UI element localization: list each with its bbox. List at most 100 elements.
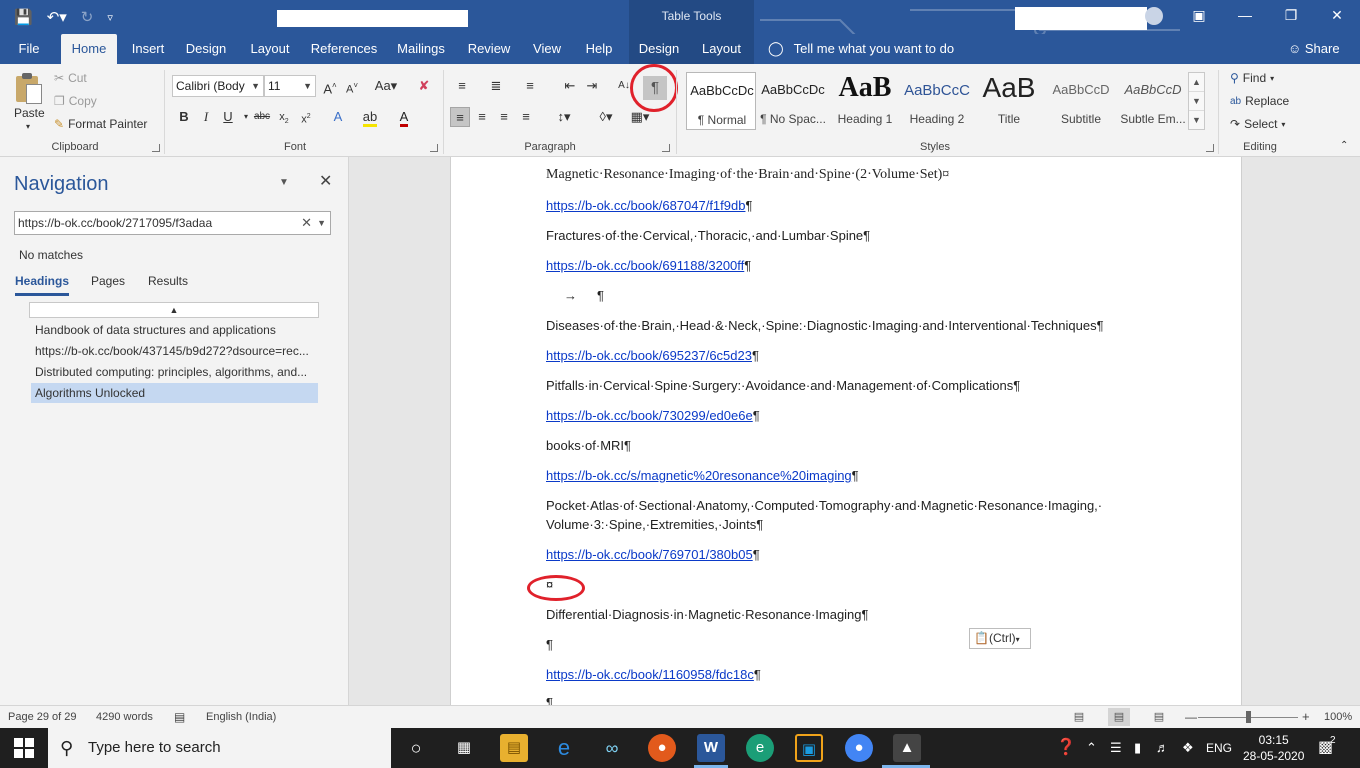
align-center-icon[interactable]: ≡	[472, 107, 492, 127]
help-icon[interactable]: ❓	[1056, 728, 1076, 768]
styles-gallery-scroll[interactable]: ▲ ▼ ▼	[1188, 72, 1205, 130]
chevron-up-icon[interactable]: ▲	[1189, 73, 1204, 92]
document-link[interactable]: https://b-ok.cc/book/1160958/fdc18c¶	[546, 667, 761, 682]
clipboard-launcher-icon[interactable]	[152, 144, 160, 152]
align-left-icon[interactable]: ≡	[450, 107, 470, 127]
tab-insert[interactable]: Insert	[126, 34, 170, 64]
tab-mailings[interactable]: Mailings	[393, 34, 449, 64]
paste-options-button[interactable]: 📋(Ctrl)▾	[969, 628, 1031, 649]
file-explorer-icon[interactable]: ▤	[500, 734, 528, 762]
dropbox-icon[interactable]: ❖	[1182, 728, 1194, 768]
increase-indent-icon[interactable]: ⇥	[582, 76, 602, 96]
align-right-icon[interactable]: ≡	[494, 107, 514, 127]
replace-button[interactable]: ab Replace	[1230, 94, 1289, 108]
heading-item[interactable]: Distributed computing: principles, algor…	[31, 362, 318, 382]
paste-dropdown-icon[interactable]: ▾	[26, 122, 30, 131]
document-link[interactable]: https://b-ok.cc/book/769701/380b05¶	[546, 547, 760, 562]
document-link[interactable]: https://b-ok.cc/book/695237/6c5d23¶	[546, 348, 759, 363]
heading-item[interactable]: https://b-ok.cc/book/437145/b9d272?dsour…	[31, 341, 318, 361]
bullets-icon[interactable]: ≡	[452, 76, 472, 96]
app-icon[interactable]: ▣	[795, 734, 823, 762]
text-effects-icon[interactable]: A	[328, 107, 348, 127]
word-count[interactable]: 4290 words	[96, 706, 153, 728]
tab-results[interactable]: Results	[148, 274, 188, 288]
tab-review[interactable]: Review	[465, 34, 513, 64]
empty-paragraph[interactable]: ¶	[546, 637, 553, 652]
find-button[interactable]: ⚲ Find ▾	[1230, 71, 1274, 85]
collapse-ribbon-icon[interactable]: ⌃	[1340, 140, 1348, 151]
chrome-icon[interactable]: ●	[845, 734, 873, 762]
shrink-font-icon[interactable]: A˅	[342, 76, 362, 96]
redo-icon[interactable]: ↻	[81, 8, 94, 26]
format-painter-button[interactable]: ✎ Format Painter	[54, 117, 147, 131]
tab-table-design[interactable]: Design	[629, 34, 689, 64]
tab-view[interactable]: View	[528, 34, 566, 64]
firefox-icon[interactable]: ●	[648, 734, 676, 762]
line-spacing-icon[interactable]: ↕▾	[550, 107, 578, 127]
document-paragraph[interactable]: Pitfalls·in·Cervical·Spine·Surgery:·Avoi…	[546, 378, 1020, 393]
document-paragraph[interactable]: Pocket·Atlas·of·Sectional·Anatomy,·Compu…	[546, 498, 1102, 513]
close-icon[interactable]: ✕	[319, 171, 332, 191]
pane-options-icon[interactable]: ▼	[279, 177, 289, 188]
page-count[interactable]: Page 29 of 29	[8, 706, 77, 728]
style-subtle-emphasis[interactable]: AaBbCcD Subtle Em...	[1118, 72, 1188, 130]
paste-button[interactable]: Paste	[14, 106, 45, 120]
numbering-icon[interactable]: ≣	[486, 76, 506, 96]
shading-icon[interactable]: ◊▾	[592, 107, 620, 127]
document-paragraph[interactable]: Differential·Diagnosis·in·Magnetic·Reson…	[546, 607, 869, 622]
document-link[interactable]: https://b-ok.cc/book/687047/f1f9db¶	[546, 198, 752, 213]
taskbar-clock[interactable]: 03:15 28-05-2020	[1243, 732, 1304, 764]
share-button[interactable]: ☺ Share	[1288, 34, 1340, 64]
paste-icon[interactable]	[14, 72, 44, 104]
tab-table-layout[interactable]: Layout	[689, 34, 754, 64]
font-launcher-icon[interactable]	[430, 144, 438, 152]
infinity-app-icon[interactable]: ∞	[598, 734, 626, 762]
subscript-icon[interactable]: x2	[274, 107, 294, 127]
document-paragraph[interactable]: Fractures·of·the·Cervical,·Thoracic,·and…	[546, 228, 870, 243]
tab-references[interactable]: References	[310, 34, 378, 64]
document-page[interactable]: Magnetic·Resonance·Imaging·of·the·Brain·…	[450, 157, 1242, 705]
tab-headings[interactable]: Headings	[15, 274, 70, 296]
zoom-out-icon[interactable]: —	[1185, 706, 1197, 728]
font-size-combo[interactable]: 11 ▼	[264, 75, 316, 97]
ribbon-display-options-icon[interactable]: ▣	[1176, 0, 1222, 32]
language-indicator[interactable]: English (India)	[206, 706, 276, 728]
tab-pages[interactable]: Pages	[91, 274, 125, 288]
word-icon[interactable]: W	[697, 734, 725, 762]
chevron-down-icon[interactable]: ▼	[1189, 92, 1204, 111]
input-language[interactable]: ENG	[1206, 728, 1232, 768]
collapse-headings-bar[interactable]: ▲	[29, 302, 319, 318]
tab-help[interactable]: Help	[582, 34, 616, 64]
zoom-in-icon[interactable]: +	[1302, 706, 1310, 728]
paragraph-launcher-icon[interactable]	[662, 144, 670, 152]
borders-icon[interactable]: ▦▾	[626, 107, 654, 127]
heading-item-selected[interactable]: Algorithms Unlocked	[31, 383, 318, 403]
minimize-icon[interactable]: —	[1222, 0, 1268, 32]
app-icon-active[interactable]: ▲	[893, 734, 921, 762]
account-name-redacted[interactable]	[1015, 7, 1147, 30]
navigation-search-input[interactable]: https://b-ok.cc/book/2717095/f3adaa ✕ ▼	[14, 211, 331, 235]
multilevel-list-icon[interactable]: ≡	[520, 76, 540, 96]
empty-paragraph[interactable]: ¶	[546, 695, 553, 705]
save-icon[interactable]: 💾	[14, 8, 33, 26]
heading-item[interactable]: Handbook of data structures and applicat…	[31, 320, 318, 340]
font-color-icon[interactable]: A	[394, 107, 414, 127]
account-avatar-icon[interactable]	[1145, 7, 1163, 25]
volume-icon[interactable]: ♬	[1156, 728, 1169, 768]
italic-icon[interactable]: I	[196, 107, 216, 127]
tab-mark-paragraph[interactable]: → ¶	[564, 288, 604, 303]
windows-start-icon[interactable]	[14, 738, 34, 758]
document-link[interactable]: https://b-ok.cc/book/691188/3200ff¶	[546, 258, 751, 273]
tray-chevron-up-icon[interactable]: ⌃	[1086, 728, 1097, 768]
print-layout-icon[interactable]: ▤	[1108, 708, 1130, 726]
document-paragraph[interactable]: Diseases·of·the·Brain,·Head·&·Neck,·Spin…	[546, 318, 1104, 333]
cut-button[interactable]: ✂ Cut	[54, 71, 87, 85]
proofing-icon[interactable]: ▤	[174, 706, 185, 728]
restore-icon[interactable]: ❐	[1268, 0, 1314, 32]
copy-button[interactable]: ❐ Copy	[54, 94, 97, 108]
style-heading-2[interactable]: AaBbCcC Heading 2	[902, 72, 972, 130]
task-view-icon[interactable]: ▦	[450, 734, 478, 762]
justify-icon[interactable]: ≡	[516, 107, 536, 127]
style-no-spacing[interactable]: AaBbCcDc ¶ No Spac...	[758, 72, 828, 130]
font-name-combo[interactable]: Calibri (Body ▼	[172, 75, 264, 97]
